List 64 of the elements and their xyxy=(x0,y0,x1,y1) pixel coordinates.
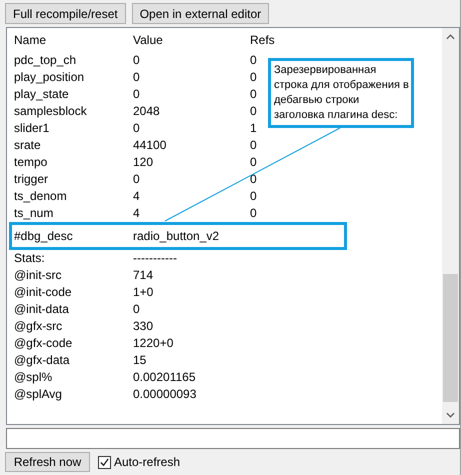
table-cell: @gfx-data xyxy=(14,353,70,367)
table-cell: 44100 xyxy=(133,138,166,152)
table-cell: 120 xyxy=(133,155,154,169)
table-cell: 4 xyxy=(133,189,140,203)
table-cell: 4 xyxy=(133,206,140,220)
table-cell: 0 xyxy=(250,53,257,67)
checkbox[interactable] xyxy=(98,456,111,468)
toolbar-button[interactable]: Full recompile/reset xyxy=(5,3,126,24)
table-cell: 0 xyxy=(250,138,257,152)
refresh-button[interactable]: Refresh now xyxy=(5,452,90,472)
table-cell: ----------- xyxy=(133,251,177,265)
table-cell: 1+0 xyxy=(133,285,154,299)
table-cell: 0 xyxy=(133,87,140,101)
table-cell: 2048 xyxy=(133,104,160,118)
table-cell: ts_num xyxy=(14,206,54,220)
table-cell: ts_denom xyxy=(14,189,67,203)
table-cell: tempo xyxy=(14,155,48,169)
table-cell: pdc_top_ch xyxy=(14,53,76,67)
column-header[interactable]: Name xyxy=(14,33,46,47)
column-header[interactable]: Refs xyxy=(250,33,275,47)
table-cell: @gfx-code xyxy=(14,336,72,350)
table-cell: 0 xyxy=(133,172,140,186)
table-cell: @init-code xyxy=(14,285,72,299)
table-cell: Stats: xyxy=(14,251,45,265)
table-cell: 0 xyxy=(133,302,140,316)
table-cell: 0 xyxy=(250,189,257,203)
table-cell: @init-data xyxy=(14,302,69,316)
scrollbar[interactable] xyxy=(442,28,459,424)
table-cell: @splAvg xyxy=(14,387,62,401)
table-cell: samplesblock xyxy=(14,104,87,118)
table-cell: play_state xyxy=(14,87,69,101)
checkbox-label[interactable]: Auto-refresh xyxy=(114,455,180,469)
table-cell: 0.00201165 xyxy=(133,370,196,384)
table-cell: play_position xyxy=(14,70,84,84)
table-cell: 0 xyxy=(250,155,257,169)
table-cell: trigger xyxy=(14,172,48,186)
table-cell: 0 xyxy=(250,70,257,84)
column-header[interactable]: Value xyxy=(133,33,163,47)
table-cell: 1220+0 xyxy=(133,336,174,350)
scrollbar-thumb[interactable] xyxy=(443,274,458,402)
table-cell: @init-src xyxy=(14,268,62,282)
table-cell: 714 xyxy=(133,268,154,282)
table-cell: 0 xyxy=(250,172,257,186)
table-cell: srate xyxy=(14,138,41,152)
table-cell: 15 xyxy=(133,353,146,367)
table-cell: @spl% xyxy=(14,370,52,384)
table-cell: 0 xyxy=(133,121,140,135)
toolbar-button[interactable]: Open in external editor xyxy=(132,3,270,24)
table-cell: radio_button_v2 xyxy=(133,229,220,243)
input-field[interactable] xyxy=(6,428,460,449)
table-cell: 0 xyxy=(250,104,257,118)
table-cell: 0 xyxy=(250,206,257,220)
table-cell: 0 xyxy=(133,70,140,84)
table-cell: 0 xyxy=(133,53,140,67)
table-cell: 0 xyxy=(250,87,257,101)
table-cell: slider1 xyxy=(14,121,50,135)
table-cell: 0.00000093 xyxy=(133,387,196,401)
annotation-callout: Зарезервированная строка для отображения в дебагвью строки заголовка плагина desc: xyxy=(268,58,414,128)
table-cell: @gfx-src xyxy=(14,319,62,333)
scroll-down-icon[interactable] xyxy=(446,412,455,418)
table-cell: 1 xyxy=(250,121,257,135)
table-cell: 330 xyxy=(133,319,154,333)
scroll-up-icon[interactable] xyxy=(446,34,455,40)
table-cell: #dbg_desc xyxy=(14,229,73,243)
